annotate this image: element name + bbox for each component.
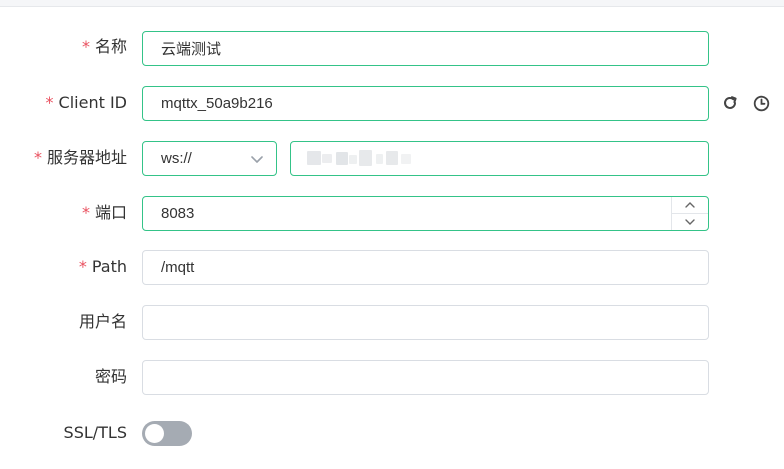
port-stepper[interactable] bbox=[671, 197, 708, 230]
required-mark: * bbox=[81, 37, 90, 56]
required-mark: * bbox=[81, 203, 90, 222]
port-label: * 端口 bbox=[81, 203, 127, 222]
chevron-down-icon bbox=[250, 152, 264, 170]
toggle-knob bbox=[145, 424, 164, 443]
blurred-host bbox=[376, 154, 383, 164]
username-label: 用户名 bbox=[78, 312, 127, 331]
blurred-host bbox=[336, 152, 348, 165]
top-divider bbox=[0, 0, 784, 7]
required-mark: * bbox=[33, 148, 42, 167]
ssl-toggle[interactable] bbox=[142, 421, 192, 446]
name-label: * 名称 bbox=[81, 37, 127, 56]
required-mark: * bbox=[78, 257, 87, 276]
client-id-label: * Client ID bbox=[45, 93, 127, 112]
blurred-host bbox=[359, 150, 372, 166]
name-input-value: 云端测试 bbox=[161, 41, 222, 58]
blurred-host bbox=[349, 155, 357, 164]
port-value: 8083 bbox=[161, 205, 195, 222]
client-id-value: mqttx_50a9b216 bbox=[161, 95, 273, 112]
client-id-input[interactable]: mqttx_50a9b216 bbox=[142, 86, 709, 121]
port-input[interactable]: 8083 bbox=[142, 196, 709, 231]
path-value: /mqtt bbox=[161, 259, 195, 276]
name-input[interactable]: 云端测试 bbox=[142, 31, 709, 66]
host-input[interactable] bbox=[290, 141, 709, 176]
refresh-icon[interactable] bbox=[721, 94, 739, 112]
path-input[interactable]: /mqtt bbox=[142, 250, 709, 285]
required-mark: * bbox=[45, 93, 54, 112]
blurred-host bbox=[401, 154, 411, 164]
ssl-label: SSL/TLS bbox=[63, 423, 127, 442]
protocol-value: ws:// bbox=[161, 150, 192, 167]
clock-icon[interactable] bbox=[752, 94, 770, 112]
password-input[interactable] bbox=[142, 360, 709, 395]
blurred-host bbox=[322, 154, 332, 163]
path-label: * Path bbox=[78, 257, 127, 276]
username-input[interactable] bbox=[142, 305, 709, 340]
chevron-down-icon[interactable] bbox=[672, 213, 708, 230]
protocol-select[interactable]: ws:// bbox=[142, 141, 277, 176]
blurred-host bbox=[386, 151, 398, 165]
password-label: 密码 bbox=[94, 367, 127, 386]
server-label: * 服务器地址 bbox=[33, 148, 127, 167]
blurred-host bbox=[307, 151, 321, 165]
chevron-up-icon[interactable] bbox=[672, 197, 708, 213]
